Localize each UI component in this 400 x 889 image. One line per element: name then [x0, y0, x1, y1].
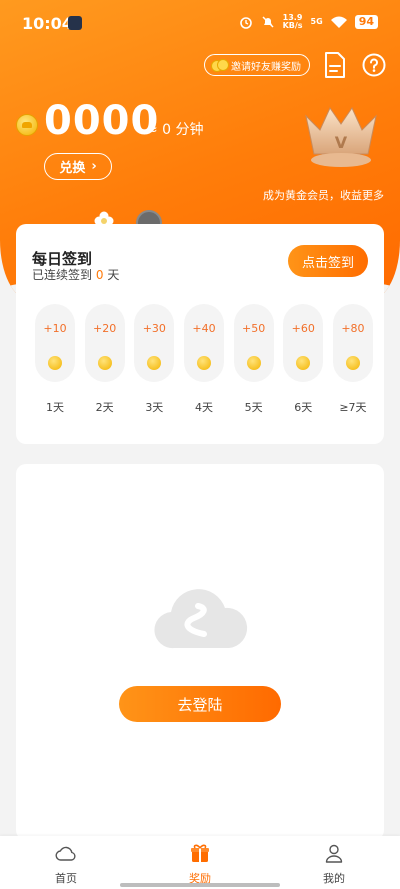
day-label: 4天 [194, 401, 213, 414]
coins-icon [211, 59, 229, 72]
day-label: 5天 [244, 401, 263, 414]
home-indicator [120, 883, 280, 887]
vip-tip: 成为黄金会员，收益更多 [263, 189, 384, 202]
tab-home-label: 首页 [55, 872, 77, 885]
checkin-day: +40 4天 [183, 304, 224, 415]
status-indicators: 13.9 KB/s 5G 94 [239, 14, 378, 30]
help-icon[interactable] [362, 53, 386, 77]
balance-minutes: ≈ 0 分钟 [146, 122, 204, 138]
checkin-day: +30 3天 [134, 304, 175, 415]
checkin-days: +10 1天 +20 2天 +30 3天 +40 4天 +50 5天 +60 6… [35, 304, 373, 415]
checkin-day: +20 2天 [84, 304, 125, 415]
wifi-icon [330, 16, 347, 28]
document-icon[interactable] [324, 52, 346, 78]
day-label: 2天 [95, 401, 114, 414]
day-reward-pill: +30 [134, 304, 175, 382]
daily-checkin-card: 每日签到 已连续签到 0 天 点击签到 +10 1天 +20 2天 +30 3天 [16, 224, 384, 444]
tab-rewards[interactable]: 奖励 [160, 842, 240, 886]
streak-days: 0 [95, 268, 104, 282]
tab-profile-label: 我的 [323, 872, 345, 885]
day-reward-pill: +50 [233, 304, 274, 382]
day-reward: +50 [242, 322, 266, 335]
mute-bell-icon [262, 16, 274, 28]
day-label: 1天 [46, 401, 64, 414]
checkin-streak: 已连续签到 0 天 [32, 268, 120, 282]
day-reward: +40 [192, 322, 216, 335]
coin-icon [246, 356, 261, 370]
checkin-button[interactable]: 点击签到 [288, 245, 368, 277]
cloud-icon [154, 589, 248, 649]
crown-letter: V [335, 133, 348, 152]
login-button[interactable]: 去登陆 [119, 686, 281, 722]
day-reward-pill: +80 [332, 304, 373, 382]
day-reward-pill: +60 [283, 304, 324, 382]
checkin-day: +50 5天 [233, 304, 274, 415]
day-reward: +30 [142, 322, 166, 335]
coin-icon [296, 356, 311, 370]
coin-icon [345, 356, 360, 370]
day-label: 3天 [145, 401, 164, 414]
vip-crown-icon: V [305, 106, 377, 167]
checkin-day: +10 1天 [35, 304, 75, 415]
alarm-icon [239, 17, 252, 29]
invite-friends-button[interactable]: 邀请好友赚奖励 [204, 54, 310, 76]
coin-balance: 0000 [44, 98, 160, 144]
bottom-tab-bar: 首页 奖励 我的 [0, 836, 400, 889]
coin-icon [196, 356, 211, 370]
coin-icon [147, 356, 162, 370]
day-reward: +80 [341, 322, 365, 335]
tab-home[interactable]: 首页 [26, 842, 106, 886]
checkin-day: +80 ≥7天 [332, 304, 373, 415]
person-icon [325, 844, 343, 863]
chevron-right-icon: › [91, 159, 97, 174]
day-reward-pill: +40 [183, 304, 224, 382]
status-bar: 10:04 13.9 KB/s 5G 94 [0, 0, 400, 48]
network-speed: 13.9 KB/s [282, 13, 303, 30]
gift-icon [191, 844, 209, 862]
checkin-day: +60 6天 [283, 304, 324, 415]
exchange-label: 兑换 [59, 161, 86, 176]
day-reward: +10 [43, 322, 67, 335]
login-card: 去登陆 [16, 464, 384, 840]
exchange-button[interactable]: 兑换 › [44, 153, 112, 180]
day-reward: +20 [93, 322, 117, 335]
status-time: 10:04 [22, 14, 73, 33]
battery-level: 94 [354, 15, 378, 29]
coin-icon [48, 356, 62, 370]
day-reward-pill: +10 [35, 304, 75, 382]
network-type: 5G [310, 17, 323, 26]
tab-profile[interactable]: 我的 [294, 842, 374, 886]
day-reward: +60 [291, 322, 315, 335]
cloud-icon [55, 846, 76, 861]
invite-label: 邀请好友赚奖励 [231, 61, 301, 73]
coin-icon [97, 356, 112, 370]
day-label: ≥7天 [339, 401, 367, 414]
coin-icon [16, 114, 38, 136]
day-reward-pill: +20 [84, 304, 125, 382]
day-label: 6天 [294, 401, 313, 414]
notification-app-icon [68, 16, 82, 30]
